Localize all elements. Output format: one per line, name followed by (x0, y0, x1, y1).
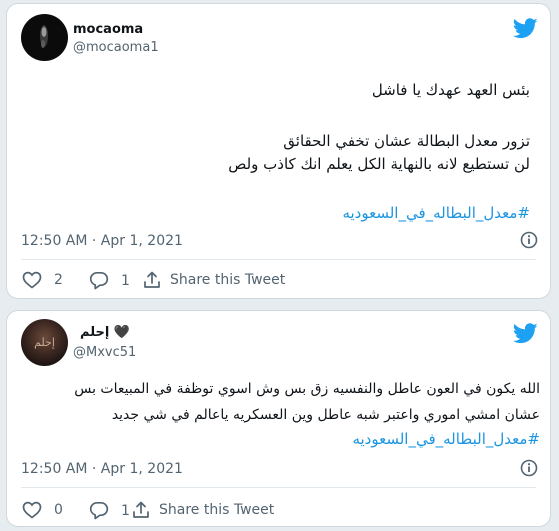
tweet-text-line: تزور معدل البطالة عشان تخفي الحقائق (283, 132, 530, 150)
share-icon (144, 271, 160, 288)
share-button[interactable]: Share this Tweet (132, 501, 274, 519)
like-button[interactable]: 2 (22, 271, 63, 289)
reply-count: 1 (121, 502, 130, 519)
heart-icon (22, 271, 42, 289)
tweet-text-line: الله يكون في العون عاطل والنفسيه زق بس و… (74, 381, 540, 397)
info-icon[interactable] (520, 231, 538, 249)
share-label: Share this Tweet (170, 272, 286, 288)
tweet-text-line: بئس العهد عهدك يا فاشل (371, 81, 530, 99)
reply-icon (89, 271, 109, 290)
info-icon[interactable] (520, 459, 538, 477)
display-name[interactable]: mocaoma (73, 22, 143, 37)
tweet-timestamp[interactable]: 12:50 AM · Apr 1, 2021 (21, 233, 183, 249)
tweet-text-line: عشان امشي اموري واعتبر شبه عاطل وين العس… (111, 407, 540, 423)
avatar[interactable]: إحلم (21, 319, 68, 366)
share-icon (133, 501, 149, 518)
tweet-text-line: لن تستطيع لانه بالنهاية الكل يعلم انك كا… (228, 155, 530, 173)
tweet-card[interactable]: mocaoma @mocaoma1 بئس العهد عهدك يا فاشل… (6, 3, 551, 299)
user-handle[interactable]: @Mxvc51 (73, 345, 136, 360)
heart-icon (22, 501, 42, 519)
share-label: Share this Tweet (159, 502, 275, 518)
divider (21, 259, 536, 260)
like-count: 0 (54, 502, 63, 518)
reply-icon (89, 501, 109, 520)
reply-count: 1 (121, 272, 130, 289)
reply-button[interactable]: 1 (89, 271, 130, 290)
twitter-bird-icon[interactable] (513, 18, 538, 39)
like-count: 2 (54, 272, 63, 288)
like-button[interactable]: 0 (22, 501, 63, 519)
tweet-card[interactable]: إحلم إحلم 🖤 @Mxvc51 الله يكون في العون ع… (6, 310, 551, 527)
avatar[interactable] (21, 14, 68, 61)
divider (21, 487, 536, 488)
tweet-timestamp[interactable]: 12:50 AM · Apr 1, 2021 (21, 461, 183, 477)
user-handle[interactable]: @mocaoma1 (73, 40, 159, 55)
avatar-text: إحلم (34, 336, 55, 349)
share-button[interactable]: Share this Tweet (143, 271, 285, 289)
reply-button[interactable]: 1 (89, 501, 130, 520)
hashtag-link[interactable]: #معدل_البطاله_في_السعوديه (352, 429, 540, 449)
display-name[interactable]: إحلم 🖤 (80, 325, 130, 340)
twitter-bird-icon[interactable] (513, 323, 538, 344)
hashtag-link[interactable]: #معدل_البطاله_في_السعوديه (342, 203, 530, 223)
